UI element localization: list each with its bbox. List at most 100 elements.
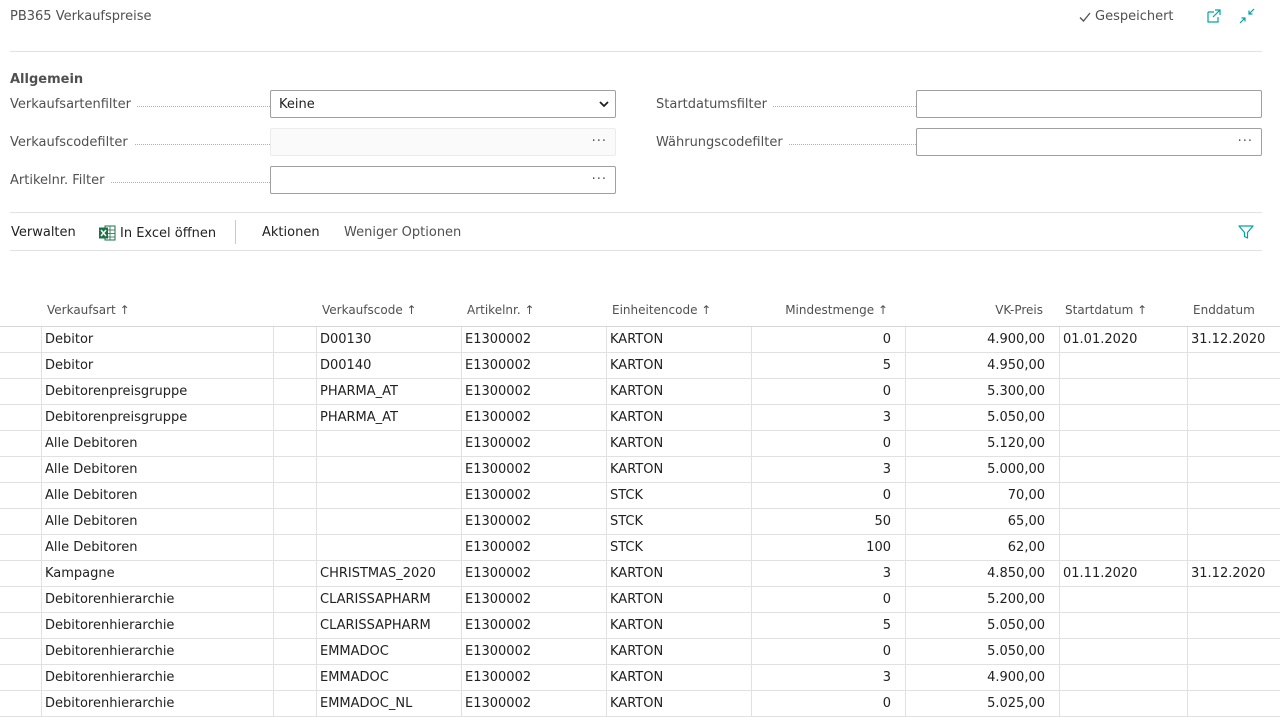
cell-start-date[interactable] bbox=[1059, 665, 1187, 690]
cell-min-qty[interactable]: 0 bbox=[751, 327, 905, 352]
cell-sales-code[interactable]: D00140 bbox=[316, 353, 461, 378]
cell-min-qty[interactable]: 3 bbox=[751, 457, 905, 482]
cell-item-no[interactable]: E1300002 bbox=[461, 353, 606, 378]
cell-min-qty[interactable]: 0 bbox=[751, 379, 905, 404]
column-header-end-date[interactable]: Enddatum bbox=[1193, 303, 1255, 317]
cell-price[interactable]: 70,00 bbox=[905, 483, 1059, 508]
table-row[interactable]: Alle Debitoren E1300002 KARTON 3 5.000,00 bbox=[0, 457, 1280, 483]
cell-min-qty[interactable]: 0 bbox=[751, 639, 905, 664]
cell-sales-code[interactable] bbox=[316, 535, 461, 560]
cell-end-date[interactable] bbox=[1187, 639, 1280, 664]
column-header-item-no[interactable]: Artikelnr. ↑ bbox=[467, 303, 535, 317]
cell-sales-type[interactable]: Alle Debitoren bbox=[41, 509, 273, 534]
cell-price[interactable]: 5.050,00 bbox=[905, 405, 1059, 430]
cell-end-date[interactable] bbox=[1187, 483, 1280, 508]
cell-item-no[interactable]: E1300002 bbox=[461, 613, 606, 638]
cell-unit-code[interactable]: KARTON bbox=[606, 457, 751, 482]
cell-unit-code[interactable]: KARTON bbox=[606, 561, 751, 586]
cell-unit-code[interactable]: KARTON bbox=[606, 587, 751, 612]
cell-sales-type[interactable]: Debitorenhierarchie bbox=[41, 639, 273, 664]
cell-unit-code[interactable]: KARTON bbox=[606, 691, 751, 716]
cell-end-date[interactable] bbox=[1187, 353, 1280, 378]
cell-unit-code[interactable]: KARTON bbox=[606, 613, 751, 638]
cell-sales-code[interactable]: CLARISSAPHARM bbox=[316, 587, 461, 612]
cell-sales-type[interactable]: Kampagne bbox=[41, 561, 273, 586]
cell-start-date[interactable]: 01.11.2020 bbox=[1059, 561, 1187, 586]
cell-end-date[interactable]: 31.12.2020 bbox=[1187, 561, 1280, 586]
table-row[interactable]: Alle Debitoren E1300002 STCK 50 65,00 bbox=[0, 509, 1280, 535]
column-header-start-date[interactable]: Startdatum ↑ bbox=[1065, 303, 1147, 317]
cell-end-date[interactable]: 31.12.2020 bbox=[1187, 327, 1280, 352]
filter-icon[interactable] bbox=[1236, 222, 1256, 242]
start-date-filter-input[interactable] bbox=[916, 90, 1262, 118]
cell-start-date[interactable] bbox=[1059, 379, 1187, 404]
cell-unit-code[interactable]: KARTON bbox=[606, 353, 751, 378]
cell-unit-code[interactable]: KARTON bbox=[606, 327, 751, 352]
table-row[interactable]: Debitorenhierarchie CLARISSAPHARM E1300002… bbox=[0, 613, 1280, 639]
cell-sales-type[interactable]: Alle Debitoren bbox=[41, 483, 273, 508]
table-row[interactable]: Debitorenhierarchie EMMADOC E1300002 KARTON… bbox=[0, 639, 1280, 665]
cell-sales-code[interactable]: PHARMA_AT bbox=[316, 405, 461, 430]
cell-price[interactable]: 5.300,00 bbox=[905, 379, 1059, 404]
cell-sales-code[interactable] bbox=[316, 457, 461, 482]
cell-item-no[interactable]: E1300002 bbox=[461, 691, 606, 716]
cell-min-qty[interactable]: 5 bbox=[751, 353, 905, 378]
cell-item-no[interactable]: E1300002 bbox=[461, 639, 606, 664]
cell-start-date[interactable] bbox=[1059, 431, 1187, 456]
cell-start-date[interactable] bbox=[1059, 587, 1187, 612]
cell-sales-type[interactable]: Debitorenpreisgruppe bbox=[41, 379, 273, 404]
cell-min-qty[interactable]: 0 bbox=[751, 587, 905, 612]
cell-item-no[interactable]: E1300002 bbox=[461, 327, 606, 352]
cell-start-date[interactable] bbox=[1059, 691, 1187, 716]
cell-item-no[interactable]: E1300002 bbox=[461, 379, 606, 404]
cell-sales-type[interactable]: Debitor bbox=[41, 327, 273, 352]
cell-sales-code[interactable]: D00130 bbox=[316, 327, 461, 352]
cell-start-date[interactable] bbox=[1059, 535, 1187, 560]
table-row[interactable]: Debitor D00140 E1300002 KARTON 5 4.950,00 bbox=[0, 353, 1280, 379]
table-row[interactable]: Debitorenhierarchie EMMADOC_NL E1300002 KAR… bbox=[0, 691, 1280, 717]
cell-unit-code[interactable]: KARTON bbox=[606, 405, 751, 430]
cell-sales-code[interactable]: CHRISTMAS_2020 bbox=[316, 561, 461, 586]
table-row[interactable]: Debitorenpreisgruppe PHARMA_AT E1300002 KAR… bbox=[0, 405, 1280, 431]
table-row[interactable]: Debitor D00130 E1300002 KARTON 0 4.900,00 01.0… bbox=[0, 327, 1280, 353]
cell-price[interactable]: 65,00 bbox=[905, 509, 1059, 534]
cell-start-date[interactable] bbox=[1059, 509, 1187, 534]
cell-end-date[interactable] bbox=[1187, 613, 1280, 638]
cell-item-no[interactable]: E1300002 bbox=[461, 483, 606, 508]
cell-unit-code[interactable]: KARTON bbox=[606, 431, 751, 456]
cell-price[interactable]: 5.120,00 bbox=[905, 431, 1059, 456]
cell-end-date[interactable] bbox=[1187, 431, 1280, 456]
cell-unit-code[interactable]: STCK bbox=[606, 535, 751, 560]
fewer-options-action[interactable]: Weniger Optionen bbox=[344, 225, 461, 240]
cell-min-qty[interactable]: 50 bbox=[751, 509, 905, 534]
table-row[interactable]: Debitorenpreisgruppe PHARMA_AT E1300002 KAR… bbox=[0, 379, 1280, 405]
cell-sales-type[interactable]: Debitorenhierarchie bbox=[41, 665, 273, 690]
currency-code-filter-input[interactable]: ··· bbox=[916, 128, 1262, 156]
column-header-price[interactable]: VK-Preis bbox=[906, 303, 1043, 317]
cell-item-no[interactable]: E1300002 bbox=[461, 431, 606, 456]
cell-item-no[interactable]: E1300002 bbox=[461, 509, 606, 534]
column-header-min-qty[interactable]: Mindestmenge ↑ bbox=[752, 303, 888, 317]
open-in-new-window-button[interactable] bbox=[1204, 6, 1224, 26]
cell-start-date[interactable]: 01.01.2020 bbox=[1059, 327, 1187, 352]
table-row[interactable]: Debitorenhierarchie CLARISSAPHARM E1300002… bbox=[0, 587, 1280, 613]
cell-item-no[interactable]: E1300002 bbox=[461, 405, 606, 430]
column-header-sales-code[interactable]: Verkaufscode ↑ bbox=[322, 303, 417, 317]
cell-price[interactable]: 5.050,00 bbox=[905, 639, 1059, 664]
cell-unit-code[interactable]: KARTON bbox=[606, 639, 751, 664]
cell-sales-type[interactable]: Debitorenhierarchie bbox=[41, 613, 273, 638]
cell-sales-code[interactable]: CLARISSAPHARM bbox=[316, 613, 461, 638]
cell-start-date[interactable] bbox=[1059, 613, 1187, 638]
cell-min-qty[interactable]: 5 bbox=[751, 613, 905, 638]
cell-sales-type[interactable]: Debitorenhierarchie bbox=[41, 691, 273, 716]
cell-sales-type[interactable]: Alle Debitoren bbox=[41, 457, 273, 482]
cell-end-date[interactable] bbox=[1187, 405, 1280, 430]
table-row[interactable]: Debitorenhierarchie EMMADOC E1300002 KARTON… bbox=[0, 665, 1280, 691]
cell-start-date[interactable] bbox=[1059, 483, 1187, 508]
cell-sales-code[interactable]: EMMADOC bbox=[316, 665, 461, 690]
cell-item-no[interactable]: E1300002 bbox=[461, 457, 606, 482]
cell-unit-code[interactable]: STCK bbox=[606, 483, 751, 508]
cell-sales-type[interactable]: Alle Debitoren bbox=[41, 535, 273, 560]
cell-unit-code[interactable]: STCK bbox=[606, 509, 751, 534]
cell-price[interactable]: 4.900,00 bbox=[905, 665, 1059, 690]
